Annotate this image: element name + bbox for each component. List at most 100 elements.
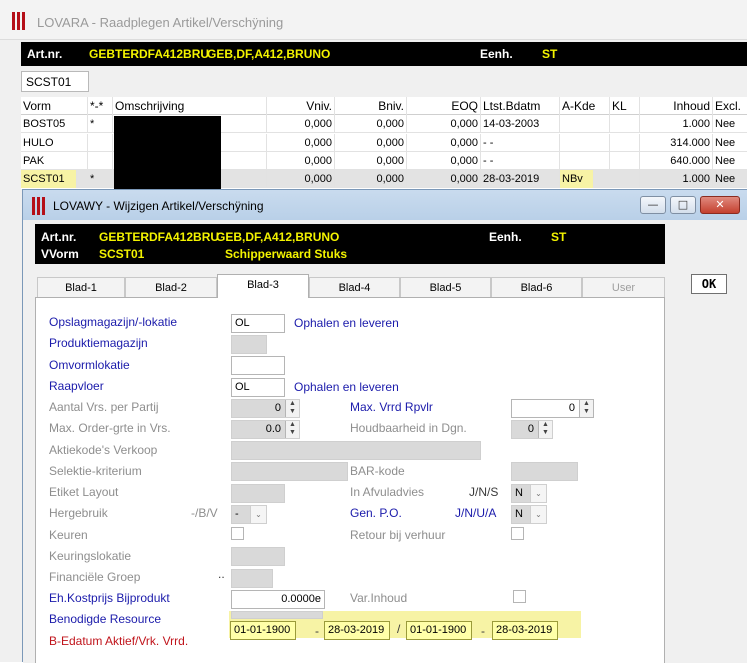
vrk-start-date-field[interactable]: 01-01-1900	[406, 621, 472, 640]
cell-ltst-bdatm: - -	[481, 134, 560, 152]
afvul-select[interactable]: N ⌄	[511, 484, 547, 503]
tab-blad-5[interactable]: Blad-5	[400, 277, 491, 298]
tab-strip: Blad-1 Blad-2 Blad-3 Blad-4 Blad-5 Blad-…	[35, 274, 665, 298]
redacted-description-block	[114, 116, 221, 189]
etiket-field[interactable]	[231, 484, 285, 503]
genpo-select[interactable]: N ⌄	[511, 505, 547, 524]
back-article-header: Art.nr. GEBTERDFA412BRU GEB,DF,A412,BRUN…	[21, 42, 747, 66]
eenh-label: Eenh.	[480, 47, 513, 61]
houdbaar-value: 0	[527, 423, 534, 435]
selektie-field[interactable]	[231, 462, 348, 481]
chevron-down-icon[interactable]: ⌄	[250, 506, 266, 523]
aktiekode-field[interactable]	[231, 441, 481, 460]
spin-arrows-icon[interactable]: ▲ ▼	[285, 400, 299, 417]
vorm-grid: Vorm *-* Omschrijving Vniv. Bniv. EOQ Lt…	[21, 97, 747, 189]
maxorder-stepper[interactable]: 0.0 ▲ ▼	[231, 420, 300, 439]
opslag-field[interactable]: OL	[231, 314, 285, 333]
cell-vniv: 0,000	[267, 170, 335, 188]
spin-arrows-icon[interactable]: ▲ ▼	[285, 421, 299, 438]
date-dash: -	[315, 624, 319, 638]
col-header-vorm[interactable]: Vorm	[21, 97, 88, 115]
omvorm-field[interactable]	[231, 356, 285, 375]
keuringslok-field[interactable]	[231, 547, 285, 566]
spin-arrows-icon[interactable]: ▲ ▼	[579, 400, 593, 417]
spin-arrows-icon[interactable]: ▲ ▼	[538, 421, 552, 438]
vorm-code-field[interactable]: SCST01	[21, 71, 89, 92]
aantal-stepper[interactable]: 0 ▲ ▼	[231, 399, 300, 418]
cell-star: *	[88, 170, 113, 188]
cell-vorm: SCST01	[21, 170, 77, 188]
close-button[interactable]: ✕	[700, 196, 740, 214]
col-header-star[interactable]: *-*	[88, 97, 113, 115]
cell-kl	[610, 134, 640, 152]
varinhoud-checkbox[interactable]	[513, 590, 526, 603]
maximize-button[interactable]: □	[670, 196, 696, 214]
chevron-down-icon[interactable]: ⌄	[530, 506, 546, 523]
cell-vorm: BOST05	[21, 115, 88, 133]
afvul-value: N	[515, 487, 523, 499]
genpo-options: J/N/U/A	[455, 506, 497, 520]
ok-button[interactable]: OK	[691, 274, 727, 294]
raapvloer-field[interactable]: OL	[231, 378, 285, 397]
col-header-omschrijving[interactable]: Omschrijving	[113, 97, 267, 115]
cell-bniv: 0,000	[335, 115, 407, 133]
col-header-kl[interactable]: KL	[610, 97, 640, 115]
kostprijs-field[interactable]: 0.0000e	[231, 590, 325, 609]
cell-excl: Nee	[715, 173, 736, 185]
eenh-value: ST	[542, 47, 558, 61]
dialog-title: LOVAWY - Wijzigen Artikel/Verschÿning	[53, 199, 264, 213]
resource-field[interactable]	[231, 611, 323, 619]
col-header-a-kde[interactable]: A-Kde	[560, 97, 610, 115]
dialog-titlebar[interactable]: LOVAWY - Wijzigen Artikel/Verschÿning — …	[23, 190, 747, 220]
hergebruik-value: -	[235, 508, 239, 520]
minimize-button[interactable]: —	[640, 196, 666, 214]
col-header-inhoud[interactable]: Inhoud	[640, 97, 713, 115]
artnr-value: GEBTERDFA412BRU	[99, 230, 220, 244]
cell-a-kde	[560, 115, 610, 133]
houdbaar-label: Houdbaarheid in Dgn.	[350, 421, 467, 435]
app-logo-icon	[32, 197, 48, 215]
col-header-ltst-bdatm[interactable]: Ltst.Bdatm	[481, 97, 560, 115]
vvorm-value: SCST01	[99, 247, 145, 261]
keuringslok-label: Keuringslokatie	[49, 549, 132, 563]
selektie-label: Selektie-kriterium	[49, 464, 142, 478]
tab-blad-4[interactable]: Blad-4	[309, 277, 400, 298]
article-description: GEB,DF,A412,BRUNO	[207, 47, 331, 61]
financiele-label: Financiële Groep	[49, 570, 141, 584]
financiele-field[interactable]	[231, 569, 273, 588]
houdbaar-stepper[interactable]: 0 ▲ ▼	[511, 420, 553, 439]
produktie-field[interactable]	[231, 335, 267, 354]
col-header-excl[interactable]: Excl.	[713, 97, 747, 115]
col-header-vniv[interactable]: Vniv.	[267, 97, 335, 115]
col-header-eoq[interactable]: EOQ	[407, 97, 481, 115]
cell-excl: Nee	[715, 137, 736, 149]
artnr-label: Art.nr.	[27, 47, 63, 61]
cell-inhoud: 1.000	[640, 115, 713, 133]
resource-label: Benodigde Resource	[49, 612, 162, 626]
cell-eoq: 0,000	[407, 134, 481, 152]
chevron-down-icon[interactable]: ⌄	[530, 485, 546, 502]
aantal-value: 0	[274, 402, 281, 414]
cell-vorm: HULO	[21, 134, 88, 152]
opslag-label: Opslagmagazijn/-lokatie	[49, 315, 178, 329]
aktief-end-date-field[interactable]: 28-03-2019	[324, 621, 390, 640]
tab-blad-6[interactable]: Blad-6	[491, 277, 582, 298]
tab-blad-3[interactable]: Blad-3	[217, 274, 309, 298]
tab-blad-2[interactable]: Blad-2	[125, 277, 217, 298]
tab-blad-1[interactable]: Blad-1	[37, 277, 125, 298]
raapvloer-description: Ophalen en leveren	[294, 380, 399, 394]
tab-user[interactable]: User	[582, 277, 665, 298]
keuren-checkbox[interactable]	[231, 527, 244, 540]
maxvrrd-stepper[interactable]: 0 ▲ ▼	[511, 399, 594, 418]
col-header-bniv[interactable]: Bniv.	[335, 97, 407, 115]
cell-inhoud: 640.000	[640, 152, 713, 170]
vvorm-description: Schipperwaard Stuks	[225, 247, 348, 261]
barkode-field[interactable]	[511, 462, 578, 481]
cell-ltst-bdatm: - -	[481, 152, 560, 170]
vrk-end-date-field[interactable]: 28-03-2019	[492, 621, 558, 640]
aktief-start-date-field[interactable]: 01-01-1900	[230, 621, 296, 640]
retour-checkbox[interactable]	[511, 527, 524, 540]
etiket-label: Etiket Layout	[49, 485, 119, 499]
grid-header-row: Vorm *-* Omschrijving Vniv. Bniv. EOQ Lt…	[21, 97, 747, 115]
hergebruik-select[interactable]: - ⌄	[231, 505, 267, 524]
